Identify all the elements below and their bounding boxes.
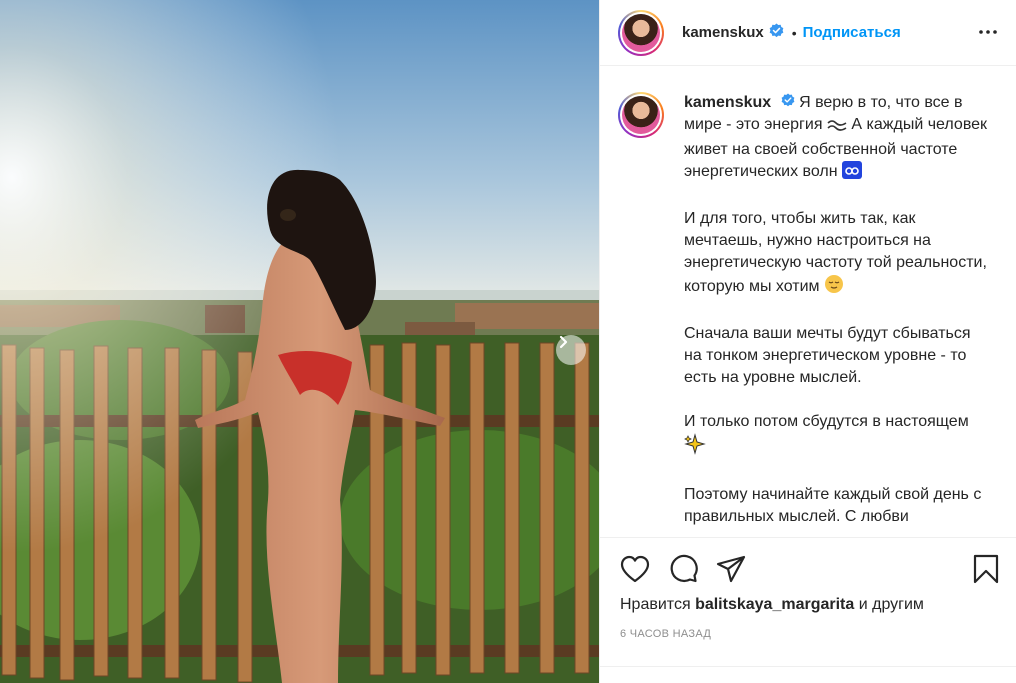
wave-emoji-icon <box>827 117 847 139</box>
comment-icon <box>670 554 698 583</box>
save-button[interactable] <box>973 554 999 589</box>
follow-button[interactable]: Подписаться <box>803 24 901 41</box>
instagram-post: kamenskux • Подписаться kamenskux Я верю… <box>0 0 1016 683</box>
verified-badge-icon <box>769 22 784 43</box>
post-timestamp[interactable]: 6 часов назад <box>620 628 711 640</box>
separator-dot: • <box>791 24 797 41</box>
caption-verified-badge-icon <box>781 92 795 114</box>
caption-text: kamenskux Я верю в то, что все в мире - … <box>684 92 989 537</box>
caption-paragraph-3: Сначала ваши мечты будут сбываться на то… <box>684 325 971 387</box>
comment-divider <box>600 666 1016 667</box>
post-side-panel: kamenskux • Подписаться kamenskux Я верю… <box>599 0 1016 683</box>
likes-suffix[interactable]: и другим <box>859 596 924 613</box>
header-username[interactable]: kamenskux <box>682 24 764 41</box>
caption-paragraph-5: Поэтому начинайте каждый свой день с пра… <box>684 486 982 526</box>
avatar[interactable] <box>618 9 664 56</box>
paper-plane-icon <box>716 555 746 583</box>
next-photo-button[interactable] <box>556 335 586 365</box>
share-button[interactable] <box>716 554 746 584</box>
post-header: kamenskux • Подписаться <box>600 0 1016 66</box>
photo-scene <box>0 0 599 683</box>
caption-p4: И только потом сбудутся в настоящем <box>684 413 969 431</box>
caption-area: kamenskux Я верю в то, что все в мире - … <box>600 66 1016 537</box>
heart-icon <box>620 555 650 583</box>
like-button[interactable] <box>620 554 650 584</box>
bookmark-icon <box>973 554 999 584</box>
caption-avatar-photo <box>622 96 660 134</box>
post-actions: Нравится balitskaya_margarita и другим 6… <box>600 537 1016 683</box>
caption-avatar[interactable] <box>618 92 664 138</box>
caption-paragraph-2: И для того, чтобы жить так, как мечтаешь… <box>684 208 989 301</box>
relieved-face-emoji-icon <box>824 274 844 301</box>
caption-paragraph-1: kamenskux Я верю в то, что все в мире - … <box>684 92 989 186</box>
sparkles-emoji-icon <box>684 433 706 462</box>
more-dots-icon[interactable] <box>978 22 998 47</box>
post-photo[interactable] <box>0 0 599 683</box>
loop-emoji-icon <box>842 161 863 186</box>
avatar-photo <box>622 13 660 52</box>
chevron-right-icon <box>559 335 568 349</box>
caption-paragraph-4: И только потом сбудутся в настоящем <box>684 411 989 462</box>
likes-prefix: Нравится <box>620 596 691 613</box>
likes-line: Нравится balitskaya_margarita и другим <box>620 596 924 614</box>
comment-button[interactable] <box>668 554 698 584</box>
caption-username[interactable]: kamenskux <box>684 94 771 111</box>
likes-user-link[interactable]: balitskaya_margarita <box>695 596 854 613</box>
